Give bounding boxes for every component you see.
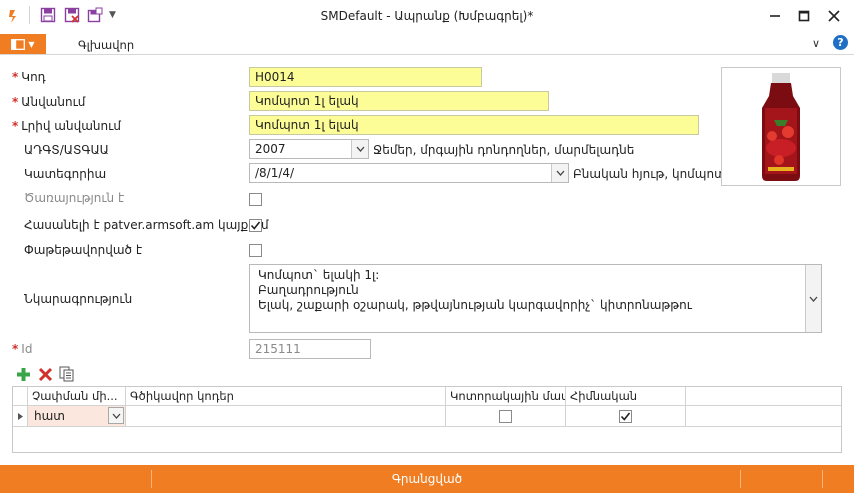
category-label: Կատեգորիա [24, 167, 107, 181]
checkmark-icon [620, 412, 631, 421]
description-line: Կոմպոտ` ելակի 1լ: [258, 268, 380, 282]
product-image[interactable] [721, 67, 841, 186]
chevron-down-icon[interactable] [351, 140, 368, 158]
id-field: 215111 [249, 339, 371, 359]
available-on-site-checkbox[interactable] [249, 219, 262, 232]
primary-checkbox[interactable] [619, 409, 632, 423]
is-service-checkbox[interactable] [249, 193, 262, 206]
column-header-barcodes[interactable]: Գծիկավոր կոդեր [126, 387, 446, 406]
table-cell-fractional[interactable] [446, 406, 566, 427]
delete-row-icon[interactable] [38, 367, 53, 382]
full-name-field[interactable]: Կոմպոտ 1լ ելակ [249, 115, 699, 135]
id-label: * Id [12, 342, 33, 356]
description-line: Ելակ, շաքարի օշարակ, թթվայնության կարգավ… [258, 298, 692, 312]
table-cell-unit[interactable]: հատ [28, 406, 126, 427]
unit-value: հատ [34, 409, 65, 423]
required-marker: * [12, 342, 19, 356]
chevron-down-icon[interactable] [108, 407, 124, 424]
column-header-unit[interactable]: Չափման մի... [28, 387, 126, 406]
status-text: Գրանցված [391, 472, 463, 486]
name-label: * Անվանում [12, 95, 86, 109]
copy-row-icon[interactable] [59, 366, 74, 382]
name-field[interactable]: Կոմպոտ 1լ ելակ [249, 91, 549, 111]
adgs-label: ԱԴԳՏ/ԱՏԳԱԱ [24, 143, 109, 157]
table-cell-primary[interactable] [566, 406, 686, 427]
full-name-label: * Լրիվ անվանում [12, 119, 121, 133]
packed-checkbox[interactable] [249, 244, 262, 257]
chevron-down-icon: ▼ [28, 39, 35, 49]
column-header-filler [686, 387, 841, 406]
adgs-combo[interactable]: 2007 [249, 139, 369, 159]
description-textarea[interactable]: Կոմպոտ` ելակի 1լ: Բաղադրություն Ելակ, շա… [249, 264, 822, 333]
adgs-value: 2007 [255, 142, 286, 156]
packed-label: Փաթեթավորված է [24, 243, 143, 257]
chevron-down-icon[interactable] [805, 265, 821, 332]
code-field[interactable]: H0014 [249, 67, 482, 87]
category-value: /8/1/4/ [255, 166, 295, 180]
ribbon-collapse-icon[interactable]: ∨ [812, 37, 820, 50]
row-indicator-header [13, 387, 28, 406]
table-cell-filler [686, 406, 841, 427]
table-cell-barcodes[interactable] [126, 406, 446, 427]
add-row-icon[interactable] [16, 367, 31, 382]
required-marker: * [12, 70, 19, 84]
category-description: Բնական հյութ, կոմպոտ [573, 167, 726, 181]
file-menu-button[interactable]: ▼ [0, 34, 46, 54]
required-marker: * [12, 119, 19, 133]
description-label: Նկարագրություն [24, 292, 133, 306]
maximize-icon[interactable] [791, 4, 817, 28]
tab-main[interactable]: Գլխավոր [78, 38, 134, 52]
barcodes-grid[interactable]: Չափման մի... Գծիկավոր կոդեր Կոտորակային … [12, 386, 842, 453]
help-icon[interactable]: ? [833, 35, 848, 50]
description-line: Բաղադրություն [258, 283, 359, 297]
adgs-description: Ջեմեր, մրգային դոնդողներ, մարմելադնե [373, 143, 635, 157]
row-indicator[interactable] [13, 406, 28, 427]
category-combo[interactable]: /8/1/4/ [249, 163, 569, 183]
column-header-fractional[interactable]: Կոտորակային մաս [446, 387, 566, 406]
minimize-icon[interactable] [762, 4, 788, 28]
panel-icon [11, 38, 26, 50]
checkmark-icon [250, 221, 261, 230]
chevron-down-icon[interactable] [551, 164, 568, 182]
window-title: SMDefault - Ապրանք (Խմբագրել)* [320, 9, 534, 23]
available-on-site-label: Հասանելի է patver.armsoft.am կայքում [24, 218, 269, 232]
fractional-checkbox[interactable] [499, 409, 512, 423]
product-bottle-image [722, 68, 840, 185]
is-service-label: Ծառայություն է [24, 191, 125, 205]
code-label: * Կոդ [12, 70, 46, 84]
ribbon-divider [0, 54, 854, 55]
close-icon[interactable] [821, 4, 847, 28]
row-pointer-icon [17, 412, 23, 420]
required-marker: * [12, 95, 19, 109]
column-header-primary[interactable]: Հիմնական [566, 387, 686, 406]
